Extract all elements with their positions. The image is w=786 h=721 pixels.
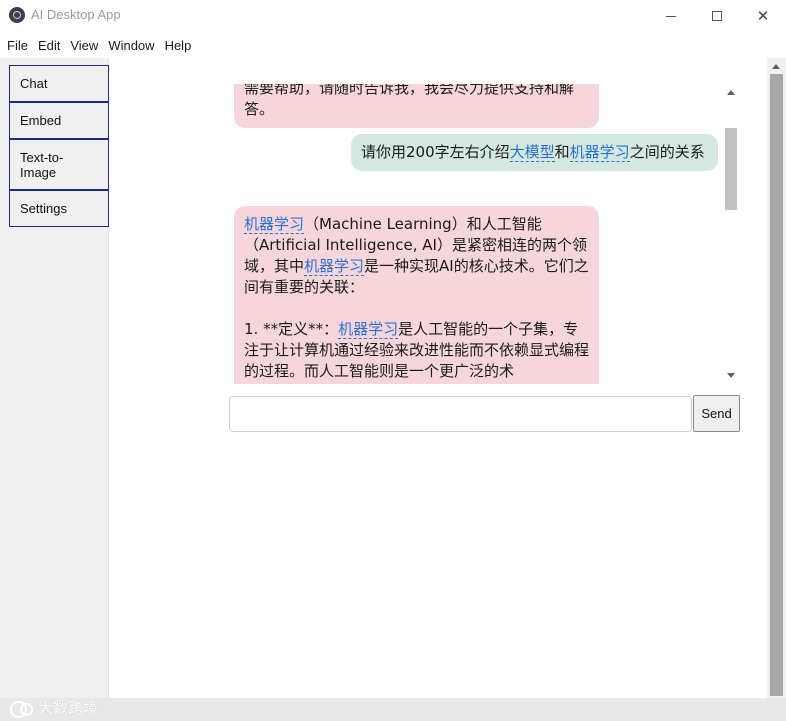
watermark-text: 大数跨境 [38,699,99,717]
scrollbar-thumb[interactable] [725,128,737,210]
message-segment: 请你用200字左右介绍 [361,143,510,161]
menu-edit[interactable]: Edit [38,38,60,53]
keyword-link[interactable]: 机器学习 [244,215,305,234]
keyword-link[interactable]: 大模型 [509,143,555,162]
send-button[interactable]: Send [693,395,740,432]
menu-view[interactable]: View [70,38,98,53]
sidebar-item-settings[interactable]: Settings [9,190,109,227]
sidebar-item-chat[interactable]: Chat [9,65,109,102]
keyword-link[interactable]: 机器学习 [338,320,399,339]
bottom-strip [0,698,786,721]
message-paragraph: 机器学习（Machine Learning）和人工智能（Artificial I… [244,214,589,298]
chat-scrollbar[interactable] [723,84,740,384]
message-input[interactable] [229,396,692,432]
keyword-link[interactable]: 机器学习 [304,257,365,276]
scroll-down-arrow-icon[interactable] [727,373,735,378]
scroll-up-arrow-icon[interactable] [772,64,780,69]
sidebar-item-text-to-image[interactable]: Text-to-Image [9,139,109,190]
user-message: 请你用200字左右介绍大模型和机器学习之间的关系 [351,134,718,171]
message-segment: 需要帮助，请随时告诉我，我会尽力提供支持和解答。 [244,84,575,118]
message-segment: 之间的关系 [629,143,705,161]
scrollbar-thumb[interactable] [770,74,783,696]
maximize-button[interactable] [694,0,740,32]
message-text: 需要帮助，请随时告诉我，我会尽力提供支持和解答。 [244,84,574,118]
watermark: 大数跨境 [10,697,98,718]
minimize-button[interactable] [648,0,694,32]
window-title: AI Desktop App [31,7,121,22]
minimize-icon [666,15,676,17]
sidebar: Chat Embed Text-to-Image Settings [0,58,109,698]
assistant-message: 机器学习（Machine Learning）和人工智能（Artificial I… [234,206,599,384]
keyword-link[interactable]: 机器学习 [569,143,630,162]
sidebar-item-embed[interactable]: Embed [9,102,109,139]
window-scrollbar[interactable] [767,58,786,698]
menu-bar: File Edit View Window Help [0,32,786,58]
chat-message-list[interactable]: 需要帮助，请随时告诉我，我会尽力提供支持和解答。 请你用200字左右介绍大模型和… [229,84,740,384]
close-button[interactable]: ✕ [740,0,786,32]
title-bar: AI Desktop App ✕ [0,0,786,32]
assistant-message: 需要帮助，请随时告诉我，我会尽力提供支持和解答。 [234,84,599,128]
watermark-logo-icon [10,699,36,718]
message-segment: 1. **定义**： [244,320,339,338]
menu-help[interactable]: Help [165,38,192,53]
scroll-up-arrow-icon[interactable] [727,90,735,95]
close-icon: ✕ [756,7,770,25]
message-paragraph: 1. **定义**：机器学习是人工智能的一个子集，专注于让计算机通过经验来改进性… [244,319,589,382]
menu-window[interactable]: Window [108,38,154,53]
message-text: 请你用200字左右介绍大模型和机器学习之间的关系 [361,143,705,162]
maximize-icon [712,11,722,21]
menu-file[interactable]: File [7,38,28,53]
message-segment: 和 [554,143,570,161]
app-logo-icon [9,7,25,23]
